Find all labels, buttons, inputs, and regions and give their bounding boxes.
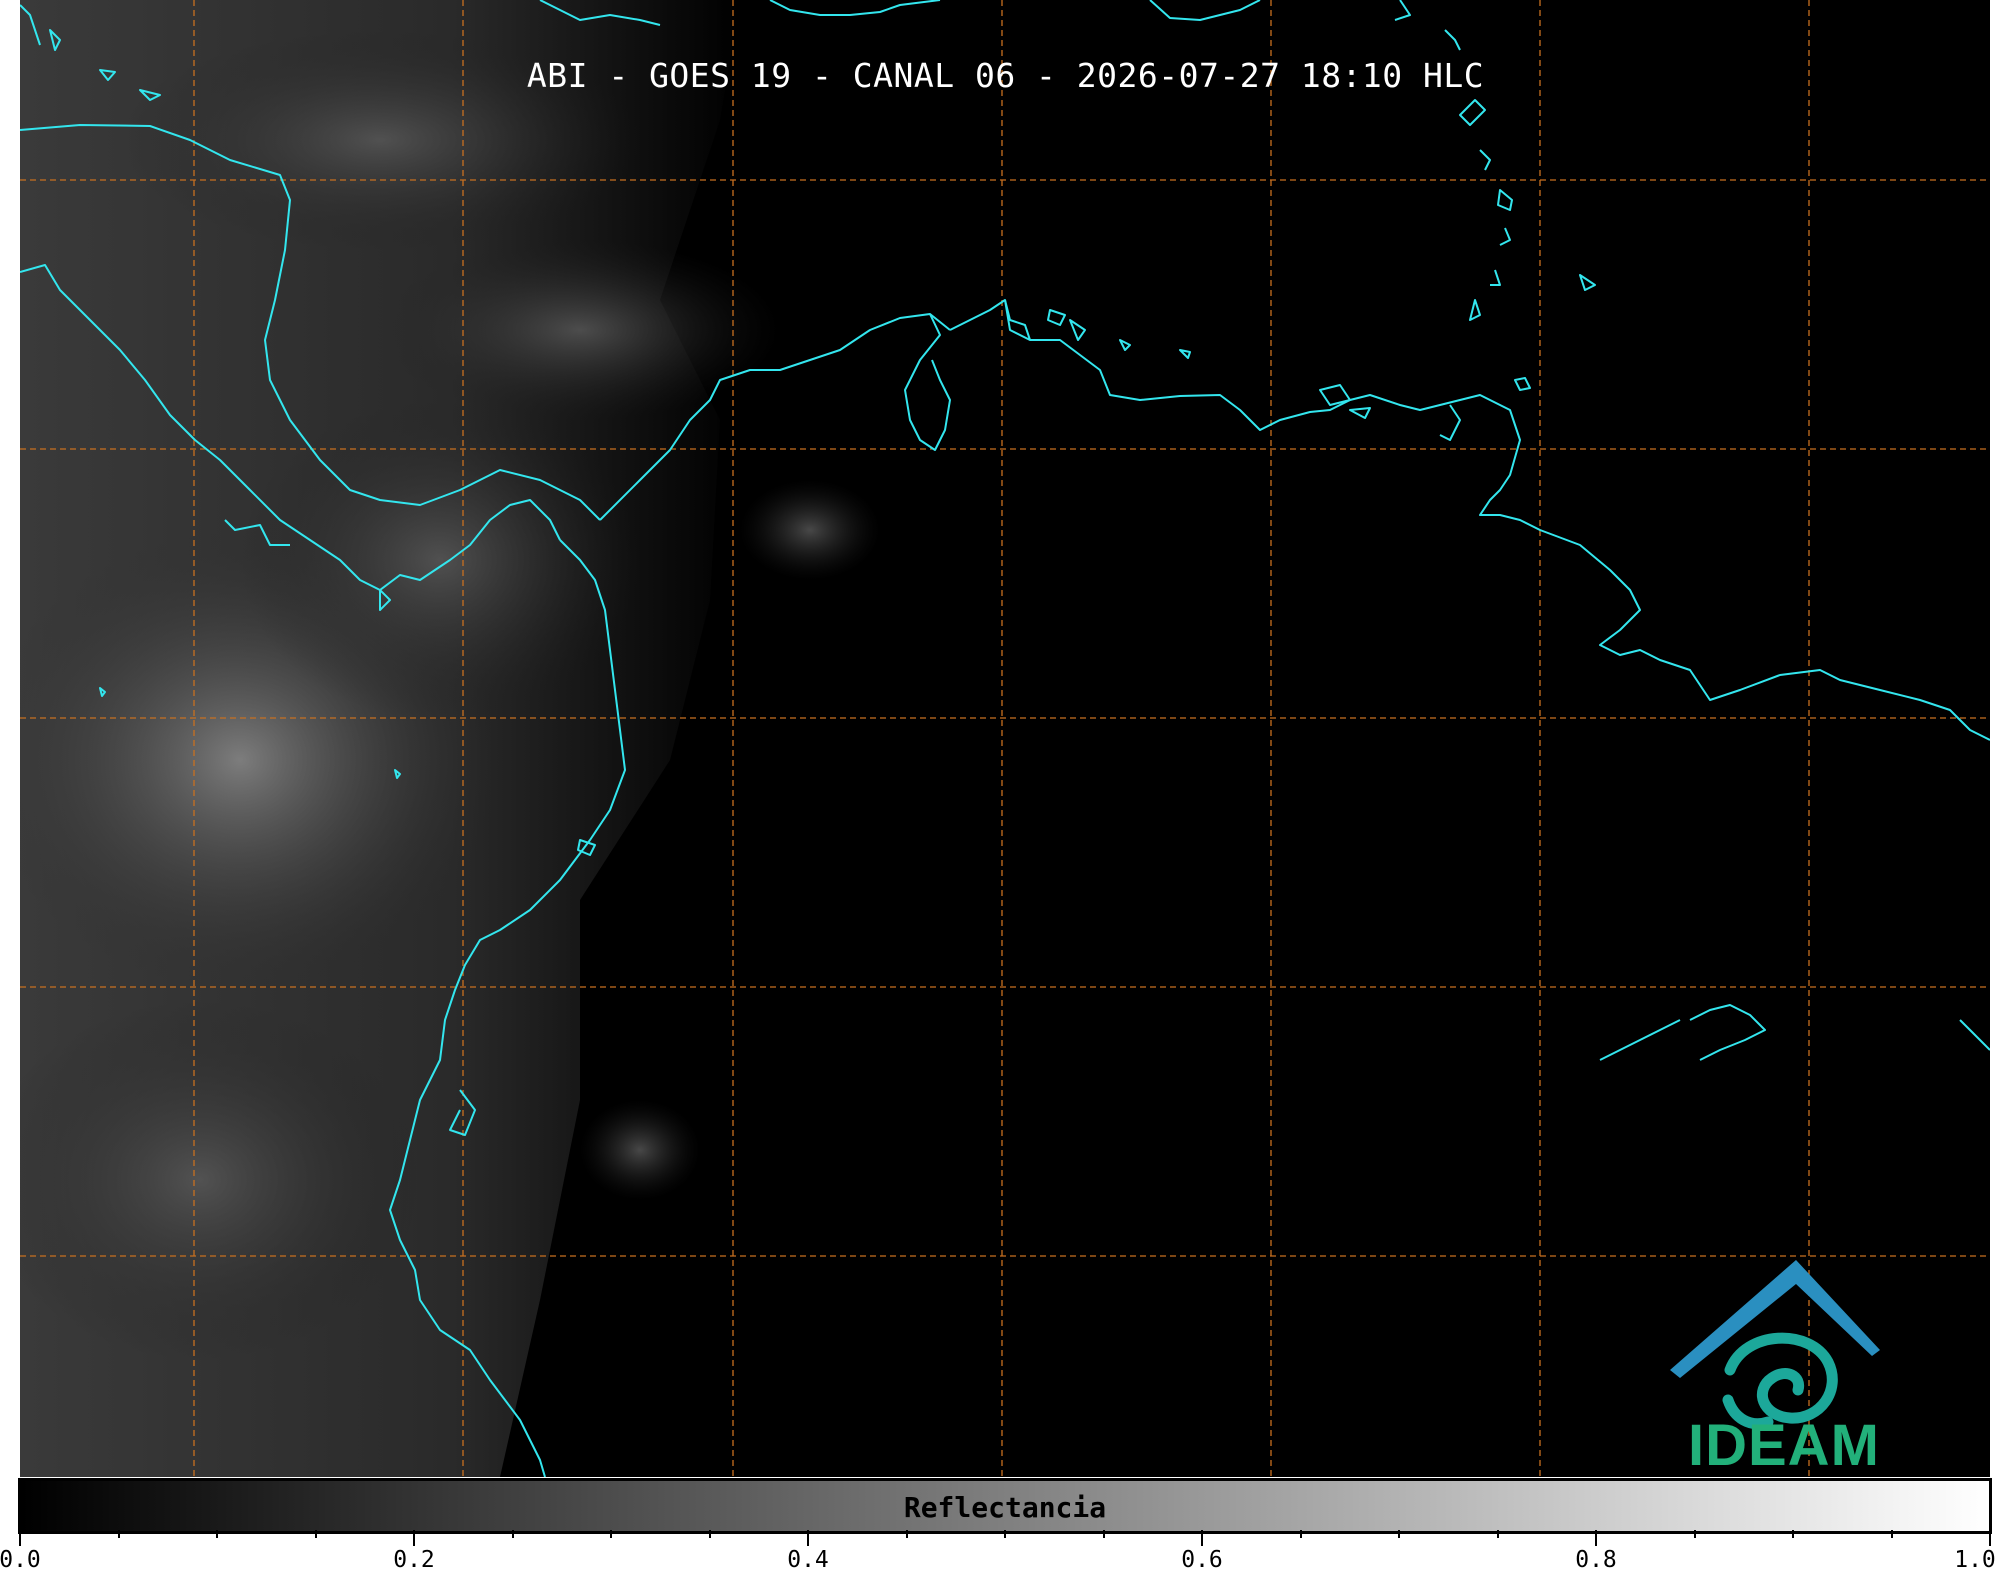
logo-swirl [1722, 1332, 1838, 1430]
cloud-mass [580, 1100, 700, 1200]
colorbar-tick-label: 0.8 [1575, 1547, 1617, 1573]
colorbar: Reflectancia [18, 1478, 1992, 1534]
colorbar-ticks [19, 1530, 1991, 1546]
colorbar-tick-label: 0.2 [393, 1547, 435, 1573]
colorbar-tick-label: 0.4 [787, 1547, 829, 1573]
figure: ABI - GOES 19 - CANAL 06 - 2026-07-27 18… [0, 0, 2011, 1577]
map-title: ABI - GOES 19 - CANAL 06 - 2026-07-27 18… [526, 56, 1485, 95]
logo-text: IDEAM [1688, 1413, 1880, 1478]
colorbar-tick-label: 0.6 [1181, 1547, 1223, 1573]
colorbar-tick-label: 0.0 [0, 1547, 41, 1573]
colorbar-label: Reflectancia [903, 1491, 1107, 1524]
cloud-mass [740, 480, 880, 580]
colorbar-tick-label: 1.0 [1954, 1547, 1996, 1573]
logo-roof [1670, 1260, 1880, 1378]
cloud-mass [380, 240, 780, 420]
